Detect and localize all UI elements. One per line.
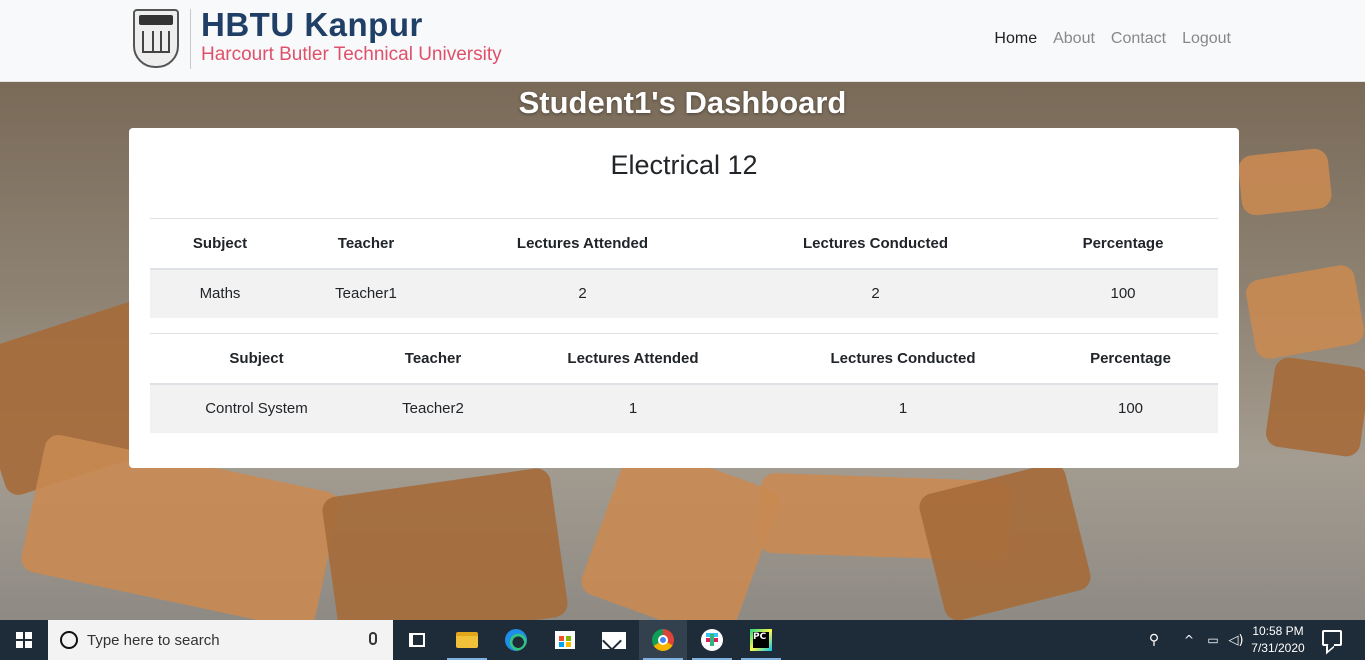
attendance-table-1: Subject Teacher Lectures Attended Lectur… [150, 218, 1218, 318]
slack-button[interactable] [688, 620, 736, 660]
subject-cell: Control System [150, 383, 363, 433]
nav-home-link[interactable]: Home [994, 30, 1037, 48]
teacher-cell: Teacher2 [363, 383, 503, 433]
start-button[interactable] [0, 620, 48, 660]
edge-button[interactable] [492, 620, 540, 660]
mail-envelope-icon [602, 631, 626, 649]
brand-subtitle: Harcourt Butler Technical University [201, 44, 502, 65]
dashboard-title: Student1's Dashboard [518, 85, 847, 120]
logo-divider [190, 9, 191, 69]
store-bag-icon [555, 631, 575, 649]
lectures-attended-cell: 1 [503, 383, 763, 433]
people-icon[interactable]: ⚲ [1143, 620, 1165, 660]
cortana-circle-icon [60, 631, 78, 649]
chrome-button[interactable] [639, 620, 687, 660]
column-header: Percentage [1043, 333, 1218, 385]
task-view-icon [409, 633, 425, 647]
column-header: Lectures Conducted [763, 333, 1043, 385]
column-header: Teacher [363, 333, 503, 385]
brand-title[interactable]: HBTU Kanpur [201, 6, 423, 44]
column-header: Percentage [1028, 218, 1218, 270]
table-row: Maths Teacher1 2 2 100 [150, 268, 1218, 318]
percentage-cell: 100 [1043, 383, 1218, 433]
teacher-cell: Teacher1 [290, 268, 442, 318]
file-explorer-button[interactable] [443, 620, 491, 660]
column-header: Teacher [290, 218, 442, 270]
windows-logo-icon [16, 632, 32, 648]
column-header: Subject [150, 218, 290, 270]
column-header: Subject [150, 333, 363, 385]
system-clock[interactable]: 10:58 PM 7/31/2020 [1247, 623, 1309, 657]
top-navbar: HBTU Kanpur Harcourt Butler Technical Un… [0, 0, 1365, 82]
task-view-button[interactable] [393, 620, 441, 660]
column-header: Lectures Attended [442, 218, 723, 270]
lectures-conducted-cell: 2 [723, 268, 1028, 318]
chrome-icon [652, 629, 674, 651]
pycharm-icon [750, 629, 772, 651]
clock-date: 7/31/2020 [1251, 641, 1305, 655]
folder-icon [456, 632, 478, 648]
class-name-heading: Electrical 12 [610, 150, 758, 180]
chevron-up-icon[interactable]: ^ [1180, 620, 1198, 660]
store-button[interactable] [541, 620, 589, 660]
search-placeholder: Type here to search [87, 631, 220, 649]
table-row: Control System Teacher2 1 1 100 [150, 383, 1218, 433]
lectures-attended-cell: 2 [442, 268, 723, 318]
pycharm-button[interactable] [737, 620, 785, 660]
attendance-card: Electrical 12 Subject Teacher Lectures A… [129, 128, 1239, 468]
volume-icon[interactable]: ◁) [1226, 620, 1246, 660]
attendance-table-2: Subject Teacher Lectures Attended Lectur… [150, 333, 1218, 433]
taskbar-search-box[interactable]: Type here to search [48, 620, 393, 660]
clock-time: 10:58 PM [1252, 624, 1304, 638]
lectures-conducted-cell: 1 [763, 383, 1043, 433]
nav-about-link[interactable]: About [1053, 30, 1095, 48]
nav-contact-link[interactable]: Contact [1111, 30, 1166, 48]
table-header-row: Subject Teacher Lectures Attended Lectur… [150, 333, 1218, 385]
column-header: Lectures Attended [503, 333, 763, 385]
nav-menu: Home About Contact Logout [994, 30, 1231, 48]
subject-cell: Maths [150, 268, 290, 318]
nav-logout-link[interactable]: Logout [1182, 30, 1231, 48]
percentage-cell: 100 [1028, 268, 1218, 318]
mail-button[interactable] [590, 620, 638, 660]
edge-browser-icon [505, 629, 527, 651]
table-header-row: Subject Teacher Lectures Attended Lectur… [150, 218, 1218, 270]
notification-center-icon[interactable] [1322, 630, 1342, 646]
slack-icon [701, 629, 723, 651]
microphone-icon[interactable] [369, 632, 377, 645]
windows-taskbar: Type here to search ⚲ ^ ▭ ◁) 10:58 PM 7/… [0, 620, 1365, 660]
column-header: Lectures Conducted [723, 218, 1028, 270]
university-seal-logo[interactable] [133, 9, 179, 68]
battery-icon[interactable]: ▭ [1204, 620, 1222, 660]
